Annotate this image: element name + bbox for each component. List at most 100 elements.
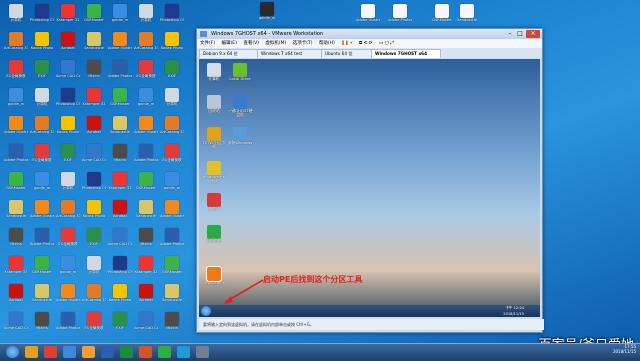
ie-icon[interactable] xyxy=(63,346,76,358)
desktop-icon[interactable]: goldie_m xyxy=(4,88,28,114)
desktop-icon[interactable]: Photoshop CS6 xyxy=(108,256,132,282)
guest-desktop-icon[interactable]: 一键GHOST硬盘版 xyxy=(227,95,253,117)
desktop-icon[interactable]: GSRMoster xyxy=(134,172,158,198)
desktop-icon[interactable]: Acme CAD Converter xyxy=(4,312,28,338)
desktop-icon[interactable]: goldie_m xyxy=(108,4,132,30)
desktop-icon[interactable]: Adobe Photoshop xyxy=(4,144,28,170)
desktop-icon[interactable]: Adobe Illustrator xyxy=(4,116,28,142)
desktop-icon[interactable]: GSRMoster xyxy=(4,172,28,198)
desktop-icon[interactable]: GSRMoster xyxy=(108,88,132,114)
desktop-icon[interactable]: Acrobat xyxy=(56,32,80,58)
guest-desktop-icon[interactable]: Local Drive xyxy=(227,63,253,81)
desktop-icon[interactable]: ArtCatalog 33.7 xyxy=(30,116,54,142)
pause-icon[interactable]: ❚❚ ▾ xyxy=(341,41,352,46)
desktop-icon[interactable]: Mixins xyxy=(134,228,158,254)
desktop-icon[interactable]: Kodak Photo xyxy=(82,200,106,226)
desktop-icon[interactable]: Kstamper 32 xyxy=(82,88,106,114)
desktop-icon[interactable]: Adobe Photoshop xyxy=(134,144,158,170)
menu-edit[interactable]: 编辑(E) xyxy=(222,41,237,46)
start-icon[interactable] xyxy=(6,346,19,358)
guest-desktop[interactable]: 计算机 Local Drive 回收站 一键GHOST硬盘版 TXTW 分区大师 安装Wi… xyxy=(199,59,540,317)
desktop-icon[interactable]: Adobe Photoshop xyxy=(30,228,54,254)
desktop-icon[interactable]: EC全局换肤 xyxy=(4,60,28,86)
desktop-icon[interactable]: EC全局换肤 xyxy=(134,60,158,86)
snapshot-icon[interactable]: ⧉ ⟲ ⟳ xyxy=(359,41,373,46)
desktop-icon[interactable]: ArtCatalog 33.7 xyxy=(82,284,106,310)
desktop-icon[interactable]: ArtCatalog 33.7 xyxy=(56,200,80,226)
desktop-icon[interactable]: Kstamper 32 xyxy=(134,256,158,282)
desktop-icon[interactable]: Acme CAD Converter xyxy=(108,228,132,254)
desktop-icon[interactable]: Acrobat xyxy=(82,116,106,142)
desktop-icon[interactable]: ArtCatalog 33.7 xyxy=(134,32,158,58)
desktop-icon[interactable]: GSRMoster xyxy=(160,256,184,282)
media-icon[interactable] xyxy=(82,346,95,358)
menu-help[interactable]: 帮助(H) xyxy=(319,41,335,46)
desktop-icon[interactable]: ArtCatalog 33.7 xyxy=(160,116,184,142)
desktop-icon[interactable]: Sandcastle xyxy=(108,116,132,142)
menu-vm[interactable]: 虚拟机(M) xyxy=(265,41,286,46)
desktop-icon[interactable]: Mixins xyxy=(30,312,54,338)
desktop-icon[interactable]: 计算机 xyxy=(56,172,80,198)
menu-file[interactable]: 文件(F) xyxy=(200,41,215,46)
minimize-button[interactable]: – xyxy=(506,30,514,38)
desktop-icon[interactable]: Acme CAD Converter xyxy=(134,312,158,338)
desktop-file-icon[interactable]: GSRMoster xyxy=(430,4,454,30)
desktop-icon[interactable]: Adobe Illustrator xyxy=(134,116,158,142)
desktop-icon[interactable]: EC全局换肤 xyxy=(56,228,80,254)
desktop-icon[interactable]: goldie_m xyxy=(30,172,54,198)
view-icon[interactable]: ▭ ▢ ⤢ xyxy=(379,41,394,46)
explorer-icon[interactable] xyxy=(25,346,38,358)
desktop-icon[interactable]: 计算机 xyxy=(160,88,184,114)
desktop-icon[interactable]: 计算机 xyxy=(4,4,28,30)
desktop-icon[interactable]: Adobe Illustrator xyxy=(30,200,54,226)
desktop-icon[interactable]: Photoshop CS6 xyxy=(56,88,80,114)
desktop-icon[interactable]: EC全局换肤 xyxy=(30,144,54,170)
menu-tabs[interactable]: 选项卡(T) xyxy=(293,41,313,46)
desktop-file-icon[interactable]: Sandcastle xyxy=(455,4,479,30)
desktop-icon[interactable]: Acrobat xyxy=(4,284,28,310)
desktop-icon[interactable]: EXIF xyxy=(30,60,54,86)
guest-desktop-icon[interactable]: 分区助手 xyxy=(201,225,227,243)
desktop-icon[interactable]: Adobe Photoshop xyxy=(108,60,132,86)
desktop-icon[interactable]: Photoshop CS6 xyxy=(160,4,184,30)
desktop-icon[interactable]: EC全局换肤 xyxy=(160,144,184,170)
excel-icon[interactable] xyxy=(120,346,133,358)
desktop-icon[interactable]: Kodak Photo xyxy=(160,32,184,58)
guest-start-button[interactable] xyxy=(201,306,211,316)
guest-desktop-icon[interactable]: 修改器 xyxy=(201,193,227,211)
desktop-icon[interactable]: EC全局换肤 xyxy=(82,312,106,338)
tab-win7-ghost[interactable]: Windows 7GHOST x64 xyxy=(371,49,441,58)
desktop-icon[interactable]: ArtCatalog 33.7 xyxy=(4,32,28,58)
desktop-icon[interactable]: Sandcastle xyxy=(160,284,184,310)
guest-desktop-icon[interactable]: 回收站 xyxy=(201,95,227,113)
desktop-icon[interactable]: goldie_m xyxy=(134,88,158,114)
desktop-icon[interactable]: Adobe Illustrator xyxy=(108,32,132,58)
guest-desktop-icon[interactable]: 计算机 xyxy=(201,63,227,81)
desktop-icon[interactable]: Mixins xyxy=(82,60,106,86)
desktop-file-icon[interactable]: Adobe Photoshop xyxy=(388,4,412,30)
guest-desktop-icon[interactable]: 安装Windows xyxy=(227,127,253,145)
tab-debian[interactable]: Debian 9.x 64 位 xyxy=(199,49,259,58)
desktop-icon[interactable]: Acme CAD Converter xyxy=(82,144,106,170)
vmware-title-bar[interactable]: Windows 7GHOST x64 - VMware Workstation … xyxy=(197,29,542,39)
chrome-icon[interactable] xyxy=(44,346,57,358)
desktop-icon[interactable]: Acme CAD Converter xyxy=(56,60,80,86)
desktop-icon[interactable]: 计算机 xyxy=(134,4,158,30)
desktop-icon[interactable]: Adobe Photoshop xyxy=(160,228,184,254)
guest-desktop-icon[interactable]: Windows密码修改 xyxy=(201,161,227,183)
desktop-icon[interactable]: Kstamper 32 xyxy=(56,4,80,30)
desktop-icon[interactable]: Photoshop CS6 xyxy=(30,4,54,30)
desktop-icon[interactable]: Sandcastle xyxy=(82,32,106,58)
desktop-icon[interactable]: Kodak Photo xyxy=(30,32,54,58)
desktop-icon[interactable]: Kstamper 32 xyxy=(108,172,132,198)
vmware-icon[interactable] xyxy=(196,346,209,358)
guest-desktop-icon[interactable]: TXTW 分区大师 xyxy=(201,127,227,149)
tab-win7-test[interactable]: Windows 7 x64 test xyxy=(257,49,323,58)
desktop-icon[interactable]: EXIF xyxy=(108,312,132,338)
desktop-icon[interactable]: Photoshop CS6 xyxy=(82,172,106,198)
desktop-icon[interactable]: EXIF xyxy=(160,60,184,86)
desktop-icon[interactable]: Mixins xyxy=(4,228,28,254)
close-button[interactable]: ✕ xyxy=(526,30,540,38)
desktop-icon[interactable]: Mixins xyxy=(160,312,184,338)
desktop-icon[interactable]: goldie_m xyxy=(56,256,80,282)
